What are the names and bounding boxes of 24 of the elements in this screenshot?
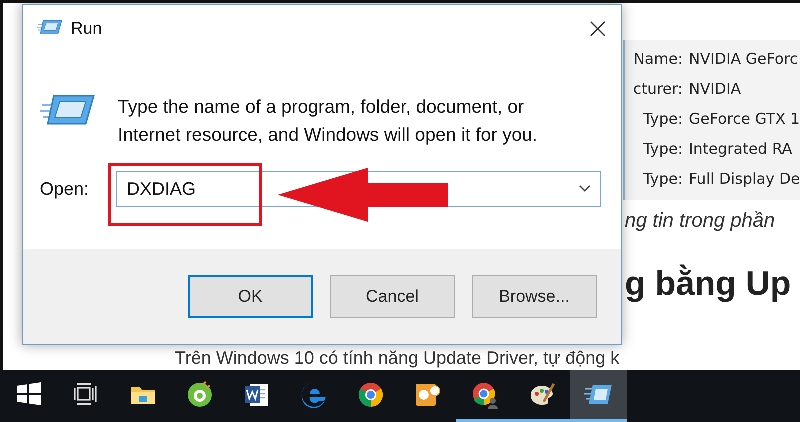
info-label: Type:: [642, 139, 683, 160]
info-label: Type:: [642, 109, 683, 130]
run-icon: [40, 93, 96, 127]
info-label: cturer:: [632, 79, 683, 100]
dialog-button[interactable]: OK: [188, 275, 313, 318]
close-icon: [590, 21, 606, 37]
info-value: Integrated RA: [689, 139, 794, 160]
section-heading: g bằng Up: [625, 265, 792, 304]
info-value: Full Display De: [689, 169, 800, 190]
dialog-button[interactable]: Cancel: [330, 275, 455, 318]
info-value: NVIDIA GeForc: [689, 49, 800, 70]
info-value: GeForce GTX 1: [689, 109, 800, 130]
info-label: Name:: [632, 49, 683, 70]
description-text: Type the name of a program, folder, document, or Internet resource, and Windows will open it for you.: [118, 95, 539, 147]
chevron-down-icon[interactable]: [579, 185, 591, 193]
run-icon: [37, 18, 63, 34]
taskbar-button[interactable]: [570, 370, 627, 422]
paragraph-text: Trên Windows 10 có tính năng Update Driver, tự động k: [175, 348, 621, 368]
dialog-button[interactable]: Browse...: [472, 275, 597, 318]
caption-text: ng tin trong phần: [625, 210, 776, 233]
window-title: Run: [71, 19, 102, 39]
info-value: NVIDIA: [689, 79, 742, 100]
open-label: Open:: [40, 178, 90, 200]
info-label: Type:: [642, 169, 683, 190]
